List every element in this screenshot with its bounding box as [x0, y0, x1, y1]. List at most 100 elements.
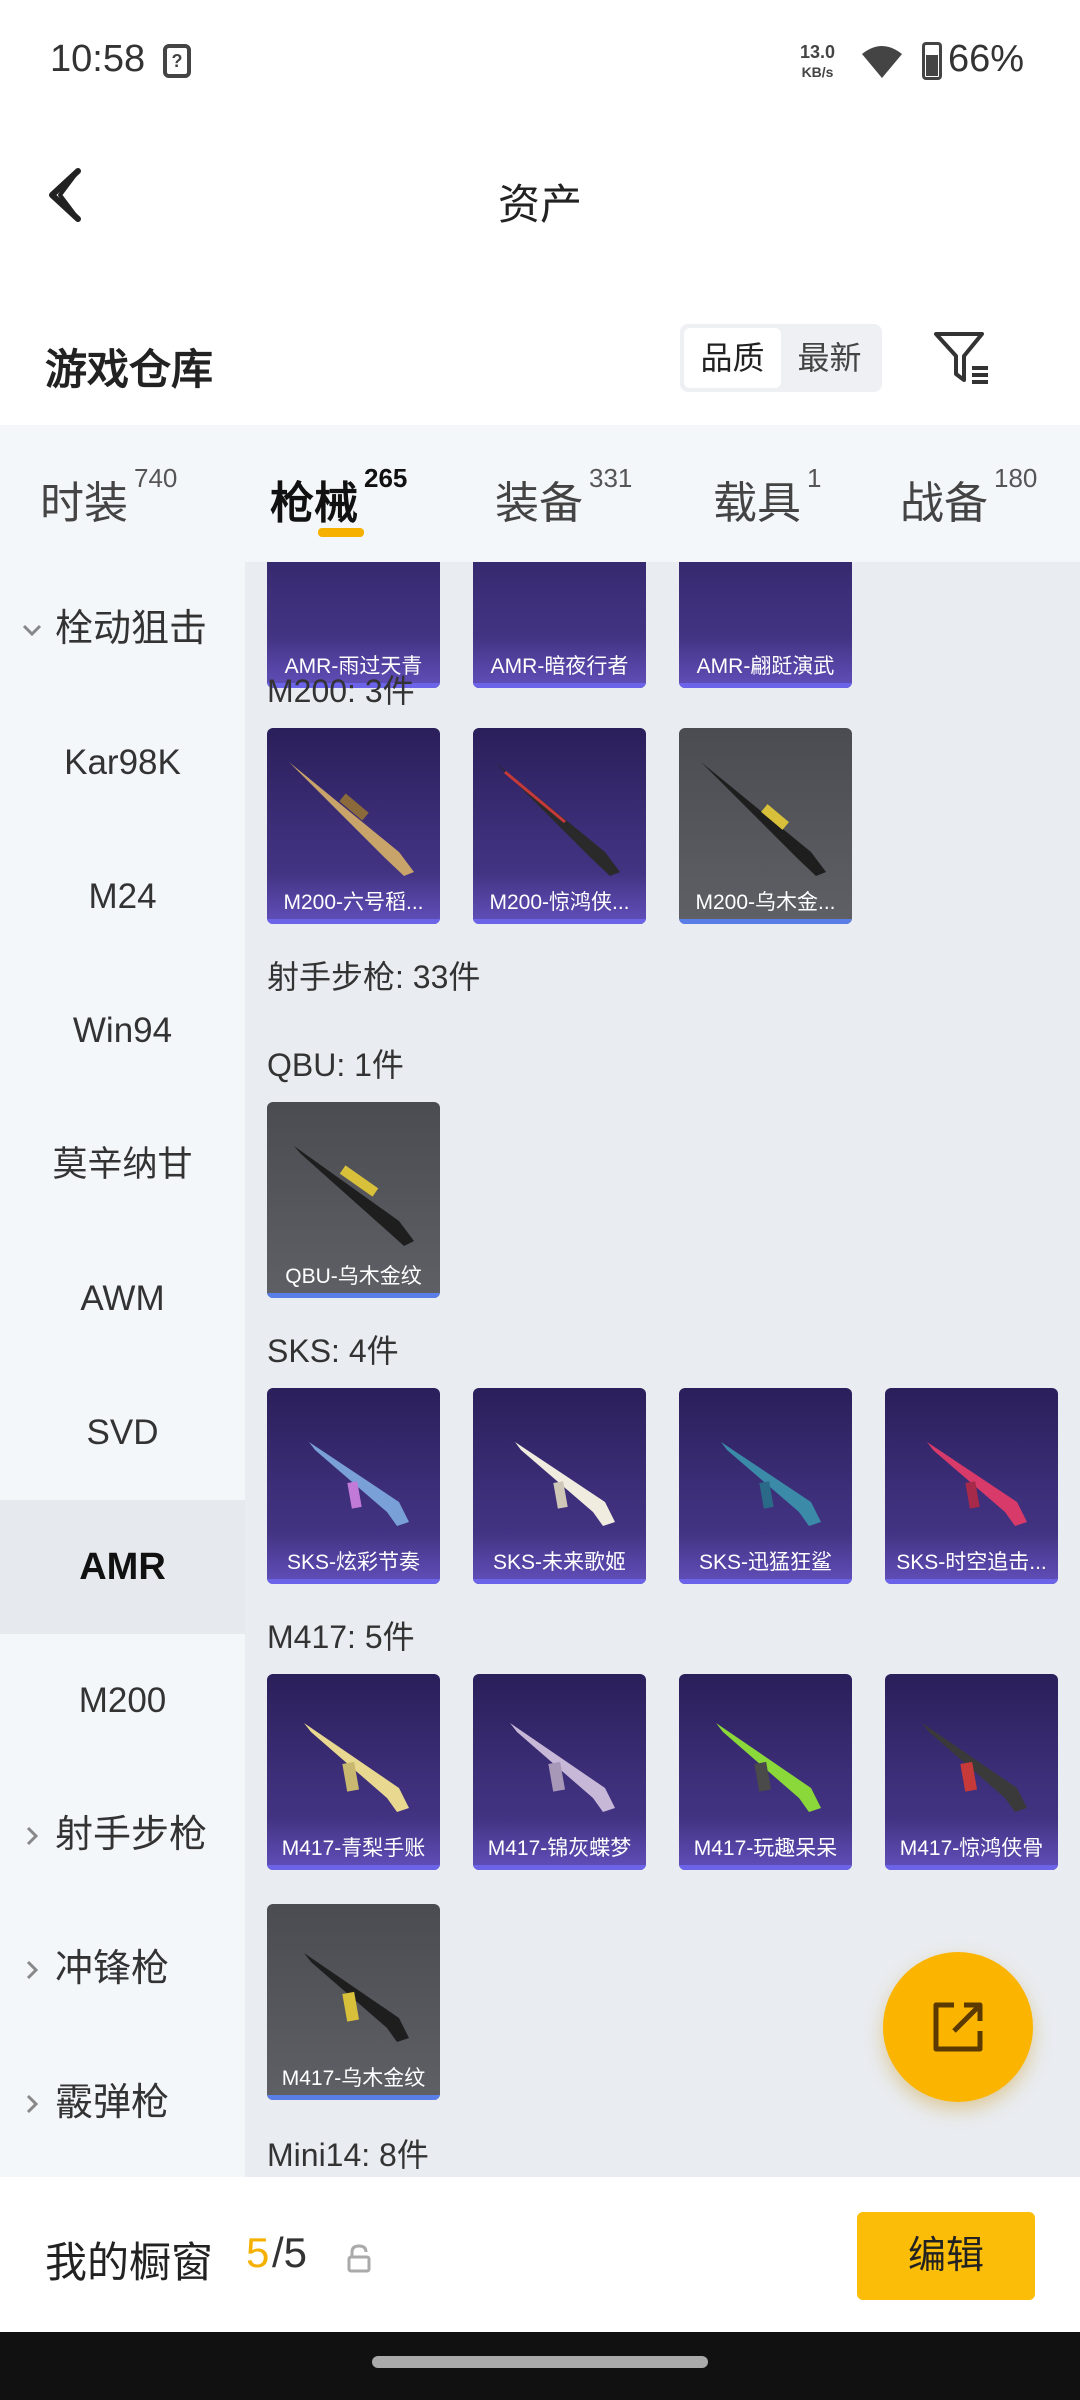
sniper-rifle-icon — [289, 762, 414, 876]
home-gesture-handle[interactable] — [372, 2356, 708, 2368]
section-label-mini14: Mini14: 8件 — [267, 2137, 429, 2173]
sort-quality-button[interactable]: 品质 — [684, 328, 781, 388]
item-name: M200-乌木金... — [695, 891, 836, 914]
tab-fashion[interactable]: 时装740 — [40, 463, 177, 531]
item-name: M417-玩趣呆呆 — [693, 1837, 838, 1860]
category-tabs: 时装740 枪械265 装备331 载具1 战备180 — [0, 425, 1080, 562]
item-name: SKS-时空追击... — [896, 1551, 1047, 1574]
tab-equipment[interactable]: 装备331 — [495, 463, 632, 531]
item-card[interactable]: M200-乌木金... — [679, 728, 852, 924]
item-card[interactable]: M417-乌木金纹 — [267, 1904, 440, 2100]
item-card[interactable]: M417-玩趣呆呆 — [679, 1674, 852, 1870]
section-label-m200: M200: 3件 — [267, 673, 415, 709]
item-name: M417-惊鸿侠骨 — [899, 1837, 1044, 1860]
item-name: M417-青梨手账 — [281, 1837, 426, 1860]
showcase-bar: 我的橱窗 5 /5 编辑 — [0, 2177, 1080, 2332]
item-name: SKS-未来歌姬 — [492, 1551, 626, 1574]
item-name: M200-惊鸿侠... — [489, 891, 630, 914]
item-card[interactable]: AMR-翩跹演武 — [679, 562, 852, 688]
sidebar-item-m24[interactable]: M24 — [0, 830, 245, 964]
item-grid-area: AMR-雨过天青 AMR-暗夜行者 AMR-翩跹演武 M200: 3件 M200… — [245, 562, 1080, 2177]
item-card[interactable]: M417-青梨手账 — [267, 1674, 440, 1870]
sidebar-item-amr[interactable]: AMR — [0, 1500, 245, 1634]
tab-label: 装备 — [495, 479, 583, 528]
tab-count: 1 — [807, 463, 822, 493]
sort-toggle: 品质 最新 — [680, 324, 882, 392]
item-card[interactable]: QBU-乌木金纹 — [267, 1102, 440, 1298]
sidebar-label: 栓动狙击 — [55, 608, 208, 650]
sidebar-item-awm[interactable]: AWM — [0, 1232, 245, 1366]
sim-question-icon: ? — [163, 44, 191, 78]
network-speed: 13.0 KB/s — [800, 42, 835, 82]
item-card[interactable]: SKS-时空追击... — [885, 1388, 1058, 1584]
chevron-right-icon — [26, 1960, 39, 1980]
share-icon — [933, 2002, 983, 2052]
sidebar-item-kar98k[interactable]: Kar98K — [0, 696, 245, 830]
item-name: AMR-翩跹演武 — [696, 655, 835, 678]
item-name: M417-乌木金纹 — [281, 2067, 426, 2090]
edit-button[interactable]: 编辑 — [857, 2212, 1035, 2300]
sidebar-group-shotgun[interactable]: 霰弹枪 — [0, 2036, 245, 2170]
item-name: M417-锦灰蝶梦 — [487, 1837, 632, 1860]
tab-vehicles[interactable]: 载具1 — [713, 463, 821, 531]
item-name: SKS-炫彩节奏 — [286, 1551, 420, 1574]
tab-label: 战备 — [900, 479, 988, 528]
sidebar-item-svd[interactable]: SVD — [0, 1366, 245, 1500]
status-bar: 10:58 ? 13.0 KB/s 66% — [0, 0, 1080, 125]
item-card[interactable]: M200-惊鸿侠... — [473, 728, 646, 924]
rifle-icon — [922, 1723, 1027, 1812]
item-card[interactable]: SKS-炫彩节奏 — [267, 1388, 440, 1584]
rifle-icon — [927, 1442, 1027, 1526]
active-tab-indicator — [318, 528, 364, 537]
tab-label: 时装 — [40, 479, 128, 528]
rifle-icon — [721, 1442, 821, 1526]
sidebar-item-m200[interactable]: M200 — [0, 1634, 245, 1768]
share-button[interactable] — [883, 1952, 1033, 2102]
rifle-icon — [309, 1442, 409, 1526]
sniper-rifle-icon — [701, 762, 826, 876]
sidebar-group-smg[interactable]: 冲锋枪 — [0, 1902, 245, 2036]
sidebar-label: 霰弹枪 — [55, 2082, 170, 2124]
chevron-right-icon — [26, 1826, 39, 1846]
item-card[interactable]: AMR-暗夜行者 — [473, 562, 646, 688]
section-label-qbu: QBU: 1件 — [267, 1047, 404, 1083]
tab-count: 180 — [994, 463, 1038, 493]
item-card[interactable]: SKS-未来歌姬 — [473, 1388, 646, 1584]
tab-battle-prep[interactable]: 战备180 — [900, 463, 1037, 531]
sidebar-item-mosin[interactable]: 莫辛纳甘 — [0, 1098, 245, 1232]
tab-count: 331 — [589, 463, 633, 493]
rifle-icon — [716, 1723, 821, 1812]
item-card[interactable]: SKS-迅猛狂鲨 — [679, 1388, 852, 1584]
warehouse-header: 游戏仓库 品质 最新 — [0, 300, 1080, 425]
rifle-icon — [304, 1953, 409, 2042]
warehouse-title: 游戏仓库 — [45, 346, 214, 393]
item-card[interactable]: M417-锦灰蝶梦 — [473, 1674, 646, 1870]
network-speed-unit: KB/s — [801, 64, 834, 80]
sidebar-group-bolt-action[interactable]: 栓动狙击 — [0, 562, 245, 696]
filter-icon[interactable] — [932, 328, 992, 388]
section-label-sks: SKS: 4件 — [267, 1333, 399, 1369]
chevron-right-icon — [26, 2094, 39, 2114]
tab-count: 265 — [364, 463, 408, 493]
status-time: 10:58 — [50, 38, 146, 80]
network-speed-value: 13.0 — [800, 42, 836, 62]
tab-guns[interactable]: 枪械265 — [270, 463, 407, 531]
sidebar-item-win94[interactable]: Win94 — [0, 964, 245, 1098]
chevron-down-icon — [22, 624, 42, 637]
page-title: 资产 — [497, 181, 582, 228]
rifle-icon — [515, 1442, 615, 1526]
tab-count: 740 — [134, 463, 178, 493]
wifi-icon — [862, 46, 902, 78]
section-label-marksman: 射手步枪: 33件 — [267, 959, 481, 995]
sort-latest-button[interactable]: 最新 — [781, 328, 878, 388]
section-label-m417: M417: 5件 — [267, 1619, 415, 1655]
item-name: SKS-迅猛狂鲨 — [698, 1551, 832, 1574]
sidebar-group-marksman[interactable]: 射手步枪 — [0, 1768, 245, 1902]
rifle-icon — [304, 1723, 409, 1812]
battery-icon — [922, 42, 942, 80]
showcase-count-total: /5 — [272, 2229, 308, 2276]
weapon-category-sidebar: 栓动狙击 Kar98K M24 Win94 莫辛纳甘 AWM SVD AMR M… — [0, 562, 245, 2177]
item-card[interactable]: M417-惊鸿侠骨 — [885, 1674, 1058, 1870]
item-card[interactable]: M200-六号稻... — [267, 728, 440, 924]
item-name: M200-六号稻... — [283, 891, 424, 914]
